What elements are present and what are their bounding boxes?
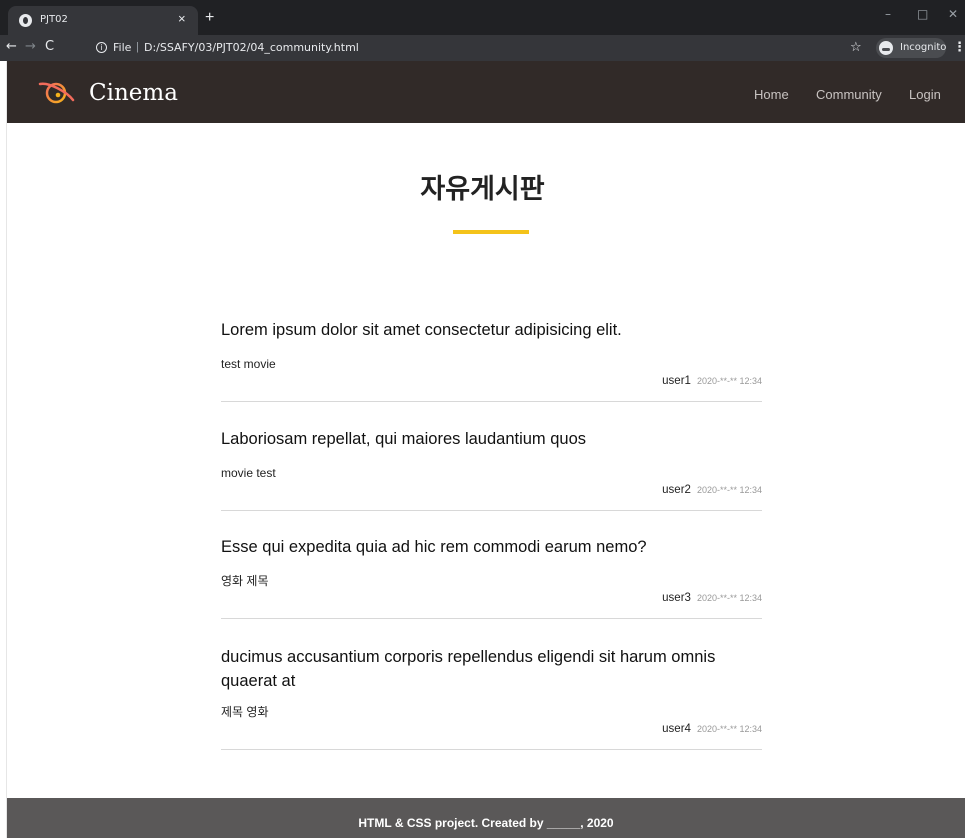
post-date: 2020-**-** 12:34 xyxy=(696,376,762,386)
post-meta: user3 2020-**-** 12:34 xyxy=(662,591,762,605)
browser-menu-icon[interactable]: ⋮ xyxy=(953,40,965,54)
back-icon[interactable]: ← xyxy=(6,40,17,54)
browser-tab[interactable]: PJT02 × xyxy=(8,6,198,35)
post-meta: user4 2020-**-** 12:34 xyxy=(662,722,762,736)
globe-icon xyxy=(19,14,32,27)
site-navbar: Cinema Home Community Login xyxy=(7,61,965,123)
post-item[interactable]: Lorem ipsum dolor sit amet consectetur a… xyxy=(221,318,762,402)
post-date: 2020-**-** 12:34 xyxy=(696,485,762,495)
post-date: 2020-**-** 12:34 xyxy=(696,724,762,734)
tab-title: PJT02 xyxy=(40,14,68,25)
address-bar: ← → C i File | D:/SSAFY/03/PJT02/04_comm… xyxy=(0,35,965,61)
info-icon[interactable]: i xyxy=(96,42,107,53)
post-body: test movie xyxy=(221,357,276,371)
forward-icon[interactable]: → xyxy=(25,40,36,54)
post-author: user4 xyxy=(662,723,691,735)
post-meta: user2 2020-**-** 12:34 xyxy=(662,483,762,497)
post-meta: user1 2020-**-** 12:34 xyxy=(662,374,762,388)
url-separator: | xyxy=(136,41,139,53)
post-title[interactable]: Lorem ipsum dolor sit amet consectetur a… xyxy=(221,318,731,342)
footer-text: HTML & CSS project. Created by _____, 20… xyxy=(358,816,614,830)
post-title[interactable]: Esse qui expedita quia ad hic rem commod… xyxy=(221,535,731,559)
url-scheme[interactable]: File xyxy=(113,41,131,54)
post-title[interactable]: Laboriosam repellat, qui maiores laudant… xyxy=(221,427,731,451)
window-close-icon[interactable]: ✕ xyxy=(948,7,958,21)
planet-logo-icon[interactable] xyxy=(37,78,75,106)
bookmark-star-icon[interactable]: ☆ xyxy=(850,40,862,54)
maximize-icon[interactable]: □ xyxy=(917,7,928,21)
new-tab-button[interactable]: + xyxy=(205,10,214,26)
incognito-icon xyxy=(879,41,893,55)
post-body: 제목 영화 xyxy=(221,705,269,719)
title-underline xyxy=(453,230,529,234)
post-body: 영화 제목 xyxy=(221,574,269,588)
post-title[interactable]: ducimus accusantium corporis repellendus… xyxy=(221,645,731,693)
post-item[interactable]: Laboriosam repellat, qui maiores laudant… xyxy=(221,427,762,511)
post-body: movie test xyxy=(221,466,276,480)
site-footer: HTML & CSS project. Created by _____, 20… xyxy=(7,798,965,838)
url-input[interactable]: D:/SSAFY/03/PJT02/04_community.html xyxy=(144,41,359,54)
reload-icon[interactable]: C xyxy=(45,40,54,54)
incognito-badge[interactable]: Incognito xyxy=(876,38,946,58)
nav-link-home[interactable]: Home xyxy=(754,87,789,103)
post-author: user3 xyxy=(662,592,691,604)
post-date: 2020-**-** 12:34 xyxy=(696,593,762,603)
incognito-label: Incognito xyxy=(900,42,947,53)
page-title: 자유게시판 xyxy=(420,174,545,205)
nav-link-login[interactable]: Login xyxy=(909,87,941,103)
post-item[interactable]: ducimus accusantium corporis repellendus… xyxy=(221,645,762,750)
browser-tab-strip: PJT02 × + – □ ✕ xyxy=(0,0,965,35)
post-author: user1 xyxy=(662,375,691,387)
nav-link-community[interactable]: Community xyxy=(816,87,882,103)
post-item[interactable]: Esse qui expedita quia ad hic rem commod… xyxy=(221,535,762,619)
close-tab-icon[interactable]: × xyxy=(178,11,186,27)
minimize-icon[interactable]: – xyxy=(885,7,891,21)
post-author: user2 xyxy=(662,484,691,496)
site-brand[interactable]: Cinema xyxy=(89,79,178,107)
